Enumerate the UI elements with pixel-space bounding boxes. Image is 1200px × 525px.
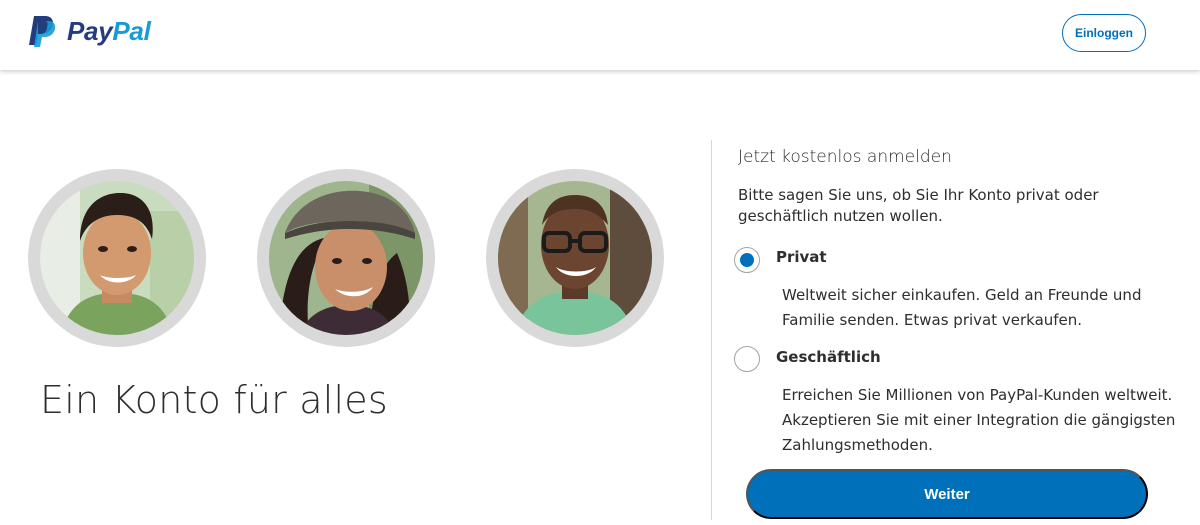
hero-title: Ein Konto für alles — [40, 378, 388, 422]
vertical-divider — [711, 140, 712, 520]
avatar-person-2 — [257, 169, 435, 347]
wordmark-pay: Pay — [67, 16, 113, 46]
avatar-person-1 — [28, 169, 206, 347]
radio-geschaeftlich[interactable] — [734, 346, 760, 372]
site-header: PayPal Einloggen — [0, 0, 1200, 70]
login-button[interactable]: Einloggen — [1062, 14, 1146, 52]
continue-button[interactable]: Weiter — [746, 469, 1148, 519]
paypal-logo[interactable]: PayPal — [27, 14, 151, 48]
avatar-person-3 — [486, 169, 664, 347]
signup-description: Bitte sagen Sie uns, ob Sie Ihr Konto pr… — [738, 186, 1099, 225]
paypal-logo-icon — [29, 16, 56, 47]
person-photo-3 — [498, 181, 652, 335]
signup-title: Jetzt kostenlos anmelden — [738, 147, 952, 167]
radio-privat[interactable] — [734, 247, 760, 273]
wordmark-pal: Pal — [112, 16, 151, 46]
person-photo-2 — [269, 181, 423, 335]
option-label-privat[interactable]: Privat — [776, 248, 827, 266]
person-photo-1 — [40, 181, 194, 335]
option-label-geschaeftlich[interactable]: Geschäftlich — [776, 348, 881, 366]
paypal-wordmark: PayPal — [67, 18, 151, 44]
option-description-geschaeftlich: Erreichen Sie Millionen von PayPal-Kunde… — [782, 386, 1176, 454]
option-description-privat: Weltweit sicher einkaufen. Geld an Freun… — [782, 286, 1142, 329]
